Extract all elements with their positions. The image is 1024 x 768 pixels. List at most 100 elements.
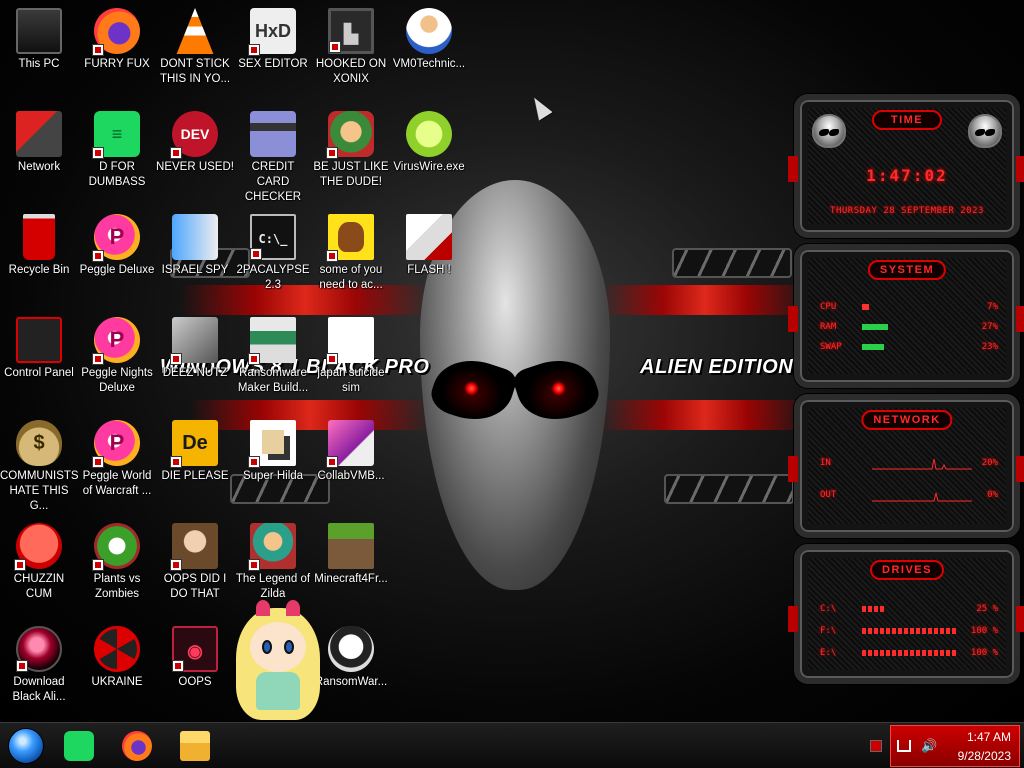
desktop-icon-control-panel[interactable]: Control Panel xyxy=(0,317,78,381)
taskbar-spotify-button[interactable] xyxy=(58,727,100,765)
system-monitor-gadget[interactable]: TIME 1:47:02 THURSDAY 28 SEPTEMBER 2023 … xyxy=(788,94,1024,690)
desktop[interactable]: WINDOWS 8.1 BLACK PRO ALIEN EDITION 20 T… xyxy=(0,0,1024,722)
start-button[interactable] xyxy=(8,728,44,764)
oops-app-icon: ◉ xyxy=(172,626,218,672)
desktop-icon-deez-nutz[interactable]: DEEZ NUTZ xyxy=(156,317,234,381)
desktop-icon-israel-spy[interactable]: ISRAEL SPY xyxy=(156,214,234,278)
drives-panel: DRIVES C:\ 25 % F:\ 100 % E:\ 100 % xyxy=(788,544,1024,684)
desktop-icon-legend-of-zilda[interactable]: The Legend of Zilda xyxy=(234,523,312,602)
desktop-icon-super-hilda[interactable]: Super Hilda xyxy=(234,420,312,484)
desktop-icon-hooked-on-xonix[interactable]: ▙ HOOKED ON XONIX xyxy=(312,8,390,87)
cartoon-girl-sticker[interactable] xyxy=(230,596,326,722)
desktop-icon-furry-fux[interactable]: FURRY FUX xyxy=(78,8,156,72)
xonix-game-icon: ▙ xyxy=(328,8,374,54)
desktop-icon-be-just-like-the-dude[interactable]: BE JUST LIKE THE DUDE! xyxy=(312,111,390,190)
show-hidden-icons-button[interactable] xyxy=(870,740,882,752)
credit-card-icon xyxy=(250,111,296,157)
system-panel: SYSTEM CPU 7% RAM 27% SWAP 23% xyxy=(788,244,1024,388)
desktop-icon-some-of-you[interactable]: some of you need to ac... xyxy=(312,214,390,293)
desktop-icon-vm0technic[interactable]: VM0Technic... xyxy=(390,8,468,72)
app-window-icon xyxy=(248,317,296,365)
desktop-icon-label: CollabVMB... xyxy=(317,470,385,482)
sticker-horn xyxy=(286,600,300,616)
desktop-icon-peggle-nights[interactable]: P Peggle Nights Deluxe xyxy=(78,317,156,396)
desktop-icon-die-please[interactable]: De DIE PLEASE xyxy=(156,420,234,484)
ram-row: RAM 27% xyxy=(820,320,998,334)
desktop-icon-oops[interactable]: ◉ OOPS xyxy=(156,626,234,690)
tray-clock-time[interactable]: 1:47 AM xyxy=(967,730,1011,744)
shortcut-arrow-icon xyxy=(14,559,26,571)
desktop-icon-plants-vs-zombies[interactable]: Plants vs Zombies xyxy=(78,523,156,602)
taskbar-file-explorer-button[interactable] xyxy=(174,727,216,765)
desktop-icon-credit-card-checker[interactable]: CREDIT CARD CHECKER xyxy=(234,111,312,205)
system-tray[interactable]: 🔊 1:47 AM 9/28/2023 xyxy=(890,725,1020,767)
desktop-icon-this-pc[interactable]: This PC xyxy=(0,8,78,72)
desktop-icon-label: CREDIT CARD CHECKER xyxy=(244,161,302,203)
desktop-icon-network[interactable]: Network xyxy=(0,111,78,175)
network-status-icon[interactable] xyxy=(897,740,911,752)
taskbar-firefox-button[interactable] xyxy=(116,727,158,765)
shortcut-arrow-icon xyxy=(326,353,338,365)
desktop-icon-d-for-dumbass[interactable]: ≡ D FOR DUMBASS xyxy=(78,111,156,190)
desktop-icon-peggle-wow[interactable]: P Peggle World of Warcraft ... xyxy=(78,420,156,499)
peggle-wow-icon: P xyxy=(92,420,140,468)
desktop-icon-sex-editor[interactable]: HxD SEX EDITOR xyxy=(234,8,312,72)
lime-icon xyxy=(406,111,452,157)
desktop-icon-label: UKRAINE xyxy=(91,676,143,688)
desktop-icon-label: FURRY FUX xyxy=(84,58,150,70)
desktop-icon-download-black-alien[interactable]: Download Black Ali... xyxy=(0,626,78,705)
desktop-icon-label: CHUZZIN CUM xyxy=(13,573,65,600)
desktop-icon-oops-did-i[interactable]: OOPS DID I DO THAT xyxy=(156,523,234,602)
desktop-icon-minecraft[interactable]: Minecraft4Fr... xyxy=(312,523,390,587)
desktop-icon-chuzzin[interactable]: CHUZZIN CUM xyxy=(0,523,78,602)
alien-orb-icon xyxy=(16,626,62,672)
shortcut-arrow-icon xyxy=(92,250,104,262)
desktop-icon-label: This PC xyxy=(18,58,60,70)
desktop-icon-dont-stick[interactable]: DONT STICK THIS IN YO... xyxy=(156,8,234,87)
control-panel-icon xyxy=(16,317,62,363)
panel-title: DRIVES xyxy=(870,560,944,580)
desktop-icon-viruswire[interactable]: VirusWire.exe xyxy=(390,111,468,175)
computer-icon xyxy=(16,8,62,54)
desktop-icon-2pacalypse[interactable]: C:\_ 2PACALYPSE 2.3 xyxy=(234,214,312,293)
drive-c-bar xyxy=(862,606,958,612)
ram-bar-fill xyxy=(862,324,888,330)
wallpaper-grille xyxy=(672,248,792,278)
panel-title: SYSTEM xyxy=(867,260,947,280)
desktop-icon-label: Control Panel xyxy=(4,367,74,379)
desktop-icon-label: Recycle Bin xyxy=(8,264,70,276)
network-out-row: OUT 0% xyxy=(820,488,998,502)
desktop-icon-japan-suicide-sim[interactable]: japan suicide sim xyxy=(312,317,390,396)
desktop-icon-label: NEVER USED! xyxy=(156,161,234,173)
network-icon xyxy=(16,111,62,157)
shortcut-arrow-icon xyxy=(329,41,341,53)
desktop-icon-label: Peggle Nights Deluxe xyxy=(81,367,153,394)
row-label: F:\ xyxy=(820,626,837,636)
chuzzle-icon xyxy=(14,523,62,571)
desktop-icon-peggle-deluxe[interactable]: P Peggle Deluxe xyxy=(78,214,156,278)
row-value: 7% xyxy=(987,302,998,312)
desktop-icon-communists[interactable]: $ COMMUNISTS HATE THIS G... xyxy=(0,420,79,514)
desktop-icon-ransomware-maker[interactable]: Ransomware Maker Build... xyxy=(234,317,312,396)
zelda-icon xyxy=(248,523,296,571)
portrait-icon xyxy=(170,523,218,571)
desktop-icon-collabvm[interactable]: CollabVMB... xyxy=(312,420,390,484)
time-panel: TIME 1:47:02 THURSDAY 28 SEPTEMBER 2023 xyxy=(788,94,1024,238)
tray-clock-date[interactable]: 9/28/2023 xyxy=(958,749,1011,763)
desktop-icon-flash[interactable]: FLASH ! xyxy=(390,214,468,278)
desktop-icon-never-used[interactable]: DEV NEVER USED! xyxy=(156,111,234,175)
desktop-icon-label: 2PACALYPSE 2.3 xyxy=(236,264,310,291)
shortcut-arrow-icon xyxy=(92,559,104,571)
volume-icon[interactable]: 🔊 xyxy=(921,738,937,754)
recycle-bin-icon xyxy=(23,214,55,260)
row-value: 0% xyxy=(987,490,998,500)
shortcut-arrow-icon xyxy=(92,456,104,468)
desktop-icon-recycle-bin[interactable]: Recycle Bin xyxy=(0,214,78,278)
cpu-row: CPU 7% xyxy=(820,300,998,314)
desktop-icon-ukraine[interactable]: UKRAINE xyxy=(78,626,156,690)
desktop-icon-label: FLASH ! xyxy=(407,264,451,276)
desktop-icon-label: Network xyxy=(17,161,61,173)
row-label: IN xyxy=(820,458,831,468)
mouse-cursor-icon xyxy=(527,93,553,121)
sticker-face xyxy=(250,622,306,672)
